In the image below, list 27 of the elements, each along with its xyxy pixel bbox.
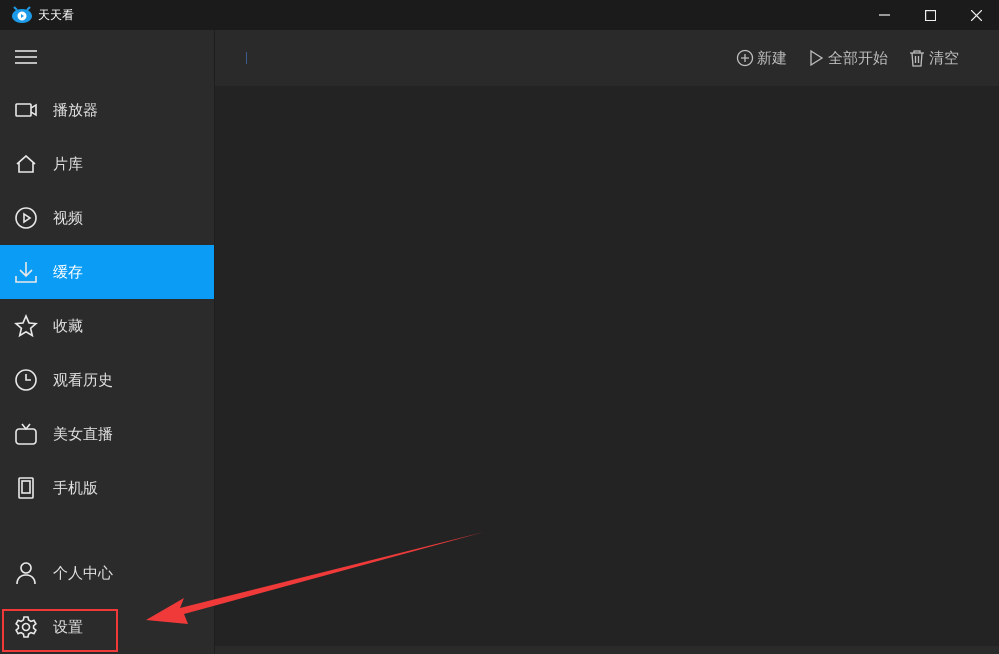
trash-icon: [908, 49, 926, 67]
toolbar-button[interactable]: 清空: [908, 46, 959, 70]
sidebar-item[interactable]: 设置: [0, 600, 214, 654]
toolbar-button[interactable]: 新建: [736, 46, 787, 70]
toolbar-button[interactable]: 全部开始: [807, 46, 888, 70]
sidebar-item[interactable]: 播放器: [0, 83, 214, 137]
menu-icon[interactable]: [15, 50, 37, 64]
sidebar-item[interactable]: 美女直播: [0, 407, 214, 461]
tv-icon: [13, 421, 39, 447]
clock-icon: [13, 367, 39, 393]
settings-icon: [13, 614, 39, 640]
sidebar-item[interactable]: 视频: [0, 191, 214, 245]
play-circle-icon: [13, 205, 39, 231]
sidebar-item[interactable]: 个人中心: [0, 546, 214, 600]
sidebar-item[interactable]: 观看历史: [0, 353, 214, 407]
download-icon: [13, 259, 39, 285]
window-title: 天天看: [38, 7, 74, 24]
user-icon: [13, 560, 39, 586]
sidebar-item[interactable]: 片库: [0, 137, 214, 191]
sidebar-item[interactable]: 手机版: [0, 461, 214, 515]
maximize-icon: [924, 10, 936, 20]
logo-icon: [11, 6, 33, 24]
star-icon: [13, 313, 39, 339]
close-icon: [970, 10, 982, 20]
add-circle-icon: [736, 49, 754, 67]
text-cursor: [246, 52, 247, 64]
sidebar-item[interactable]: 收藏: [0, 299, 214, 353]
